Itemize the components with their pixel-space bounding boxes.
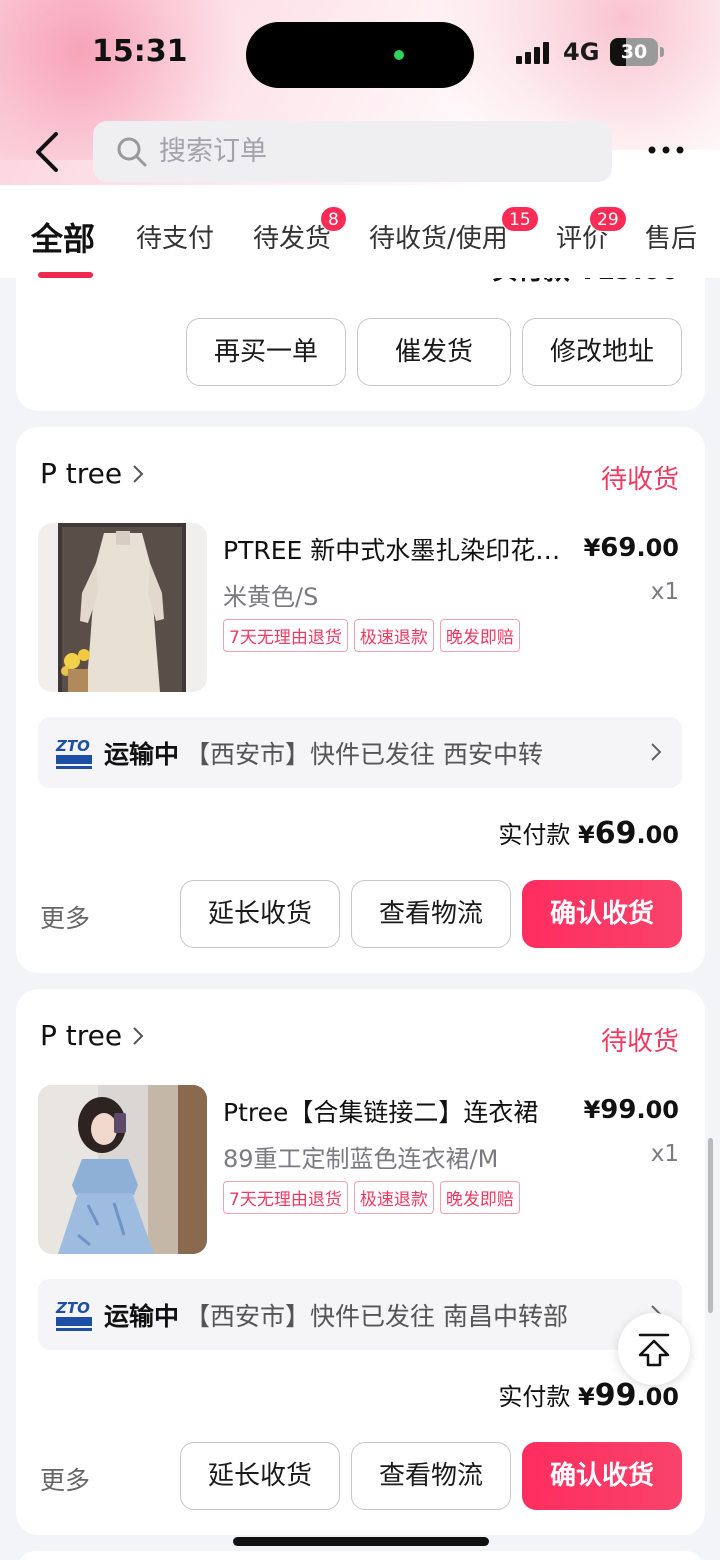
logistics-bar[interactable]: ZTO 运输中 【西安市】快件已发往 西安中转 <box>38 717 682 788</box>
logistics-state: 运输中 <box>104 739 180 769</box>
chevron-right-icon <box>133 464 144 483</box>
view-logistics-button[interactable]: 查看物流 <box>351 880 511 948</box>
network-type: 4G <box>563 38 600 66</box>
order-status: 待收货 <box>600 1027 679 1057</box>
shop-name: P tree <box>40 1019 123 1052</box>
order-card: P tree 待收货 PTREE 新中式水墨扎染印花改良旗袍连衣裙 ¥69.00… <box>16 427 705 973</box>
more-actions-link[interactable]: 更多 <box>40 1461 90 1497</box>
product-sku: 米黄色/S <box>223 583 319 611</box>
product-price: ¥99.00 <box>583 1095 679 1125</box>
service-tags: 7天无理由退货 极速退款 晚发即赔 <box>223 619 520 652</box>
product-title[interactable]: PTREE 新中式水墨扎染印花改良旗袍连衣裙 <box>223 531 563 567</box>
chevron-right-icon <box>651 743 662 761</box>
scroll-to-top-button[interactable] <box>618 1313 690 1385</box>
product-sku: 89重工定制蓝色连衣裙/M <box>223 1145 499 1173</box>
product-quantity: x1 <box>650 1141 679 1167</box>
shop-link[interactable]: P tree <box>40 1019 144 1052</box>
tab-all[interactable]: 全部 <box>31 214 95 260</box>
battery-level: 30 <box>620 41 648 63</box>
tab-pending-receipt[interactable]: 待收货/使用 <box>369 218 508 255</box>
urge-shipment-button[interactable]: 催发货 <box>357 318 511 386</box>
dynamic-island <box>246 22 474 88</box>
camera-indicator-dot <box>394 50 404 60</box>
order-card: P tree 待收货 Ptree【合集链接二】连衣裙 ¥99.00 89重工定制… <box>16 989 705 1535</box>
zto-express-logo-icon: ZTO <box>55 737 92 769</box>
svg-text:ZTO: ZTO <box>55 1299 90 1317</box>
cellular-signal-icon <box>516 42 549 64</box>
tag-return-7days: 7天无理由退货 <box>223 619 348 652</box>
logistics-bar[interactable]: ZTO 运输中 【西安市】快件已发往 南昌中转部 <box>38 1279 682 1350</box>
battery-tip <box>660 47 664 57</box>
zto-express-logo-icon: ZTO <box>55 1299 92 1331</box>
svg-text:ZTO: ZTO <box>55 737 90 755</box>
shop-link[interactable]: P tree <box>40 457 144 490</box>
shop-name: P tree <box>40 457 123 490</box>
product-price: ¥69.00 <box>583 533 679 563</box>
order-card-next <box>16 1551 705 1560</box>
tag-return-7days: 7天无理由退货 <box>223 1181 348 1214</box>
search-input[interactable] <box>159 136 579 167</box>
more-options-icon[interactable] <box>646 138 686 162</box>
scrollbar[interactable] <box>708 1138 713 1313</box>
buy-again-button[interactable]: 再买一单 <box>186 318 346 386</box>
tab-badge-pending-shipment: 8 <box>320 206 347 232</box>
product-title[interactable]: Ptree【合集链接二】连衣裙 <box>223 1093 563 1129</box>
active-tab-indicator <box>38 272 93 278</box>
paid-amount: 实付款 ¥69.00 <box>498 816 679 851</box>
product-image[interactable] <box>38 1085 207 1254</box>
logistics-state: 运输中 <box>104 1301 180 1331</box>
tag-fast-refund: 极速退款 <box>353 619 434 652</box>
tab-pending-shipment[interactable]: 待发货 <box>253 218 331 255</box>
home-indicator[interactable] <box>233 1537 489 1546</box>
chevron-right-icon <box>133 1026 144 1045</box>
tag-fast-refund: 极速退款 <box>353 1181 434 1214</box>
arrow-up-icon <box>638 1333 670 1367</box>
logistics-detail: 【西安市】快件已发往 南昌中转部 <box>185 1301 568 1331</box>
service-tags: 7天无理由退货 极速退款 晚发即赔 <box>223 1181 520 1214</box>
tab-badge-review: 29 <box>589 206 627 232</box>
order-tabs: 全部 待支付 待发货 8 待收货/使用 15 评价 29 售后 <box>0 200 720 278</box>
header-area: 15:31 4G 30 全部 待支付 待发货 8 待收货/使用 15 评价 29… <box>0 0 720 278</box>
product-image[interactable] <box>38 523 207 692</box>
battery-icon: 30 <box>610 38 658 66</box>
change-address-button[interactable]: 修改地址 <box>522 318 682 386</box>
tab-pending-payment[interactable]: 待支付 <box>136 218 214 255</box>
search-bar[interactable] <box>93 121 612 182</box>
tab-after-sales[interactable]: 售后 <box>645 218 697 255</box>
tag-late-compensation: 晚发即赔 <box>439 1181 520 1214</box>
tag-late-compensation: 晚发即赔 <box>439 619 520 652</box>
confirm-receipt-button[interactable]: 确认收货 <box>522 880 682 948</box>
extend-receipt-button[interactable]: 延长收货 <box>180 880 340 948</box>
tab-badge-pending-receipt: 15 <box>501 206 539 232</box>
search-icon <box>117 137 147 166</box>
status-time: 15:31 <box>92 34 188 69</box>
confirm-receipt-button[interactable]: 确认收货 <box>522 1442 682 1510</box>
order-status: 待收货 <box>600 465 679 495</box>
product-quantity: x1 <box>650 579 679 605</box>
view-logistics-button[interactable]: 查看物流 <box>351 1442 511 1510</box>
logistics-detail: 【西安市】快件已发往 西安中转 <box>185 739 543 769</box>
more-actions-link[interactable]: 更多 <box>40 899 90 935</box>
back-arrow-icon[interactable] <box>28 130 68 174</box>
extend-receipt-button[interactable]: 延长收货 <box>180 1442 340 1510</box>
